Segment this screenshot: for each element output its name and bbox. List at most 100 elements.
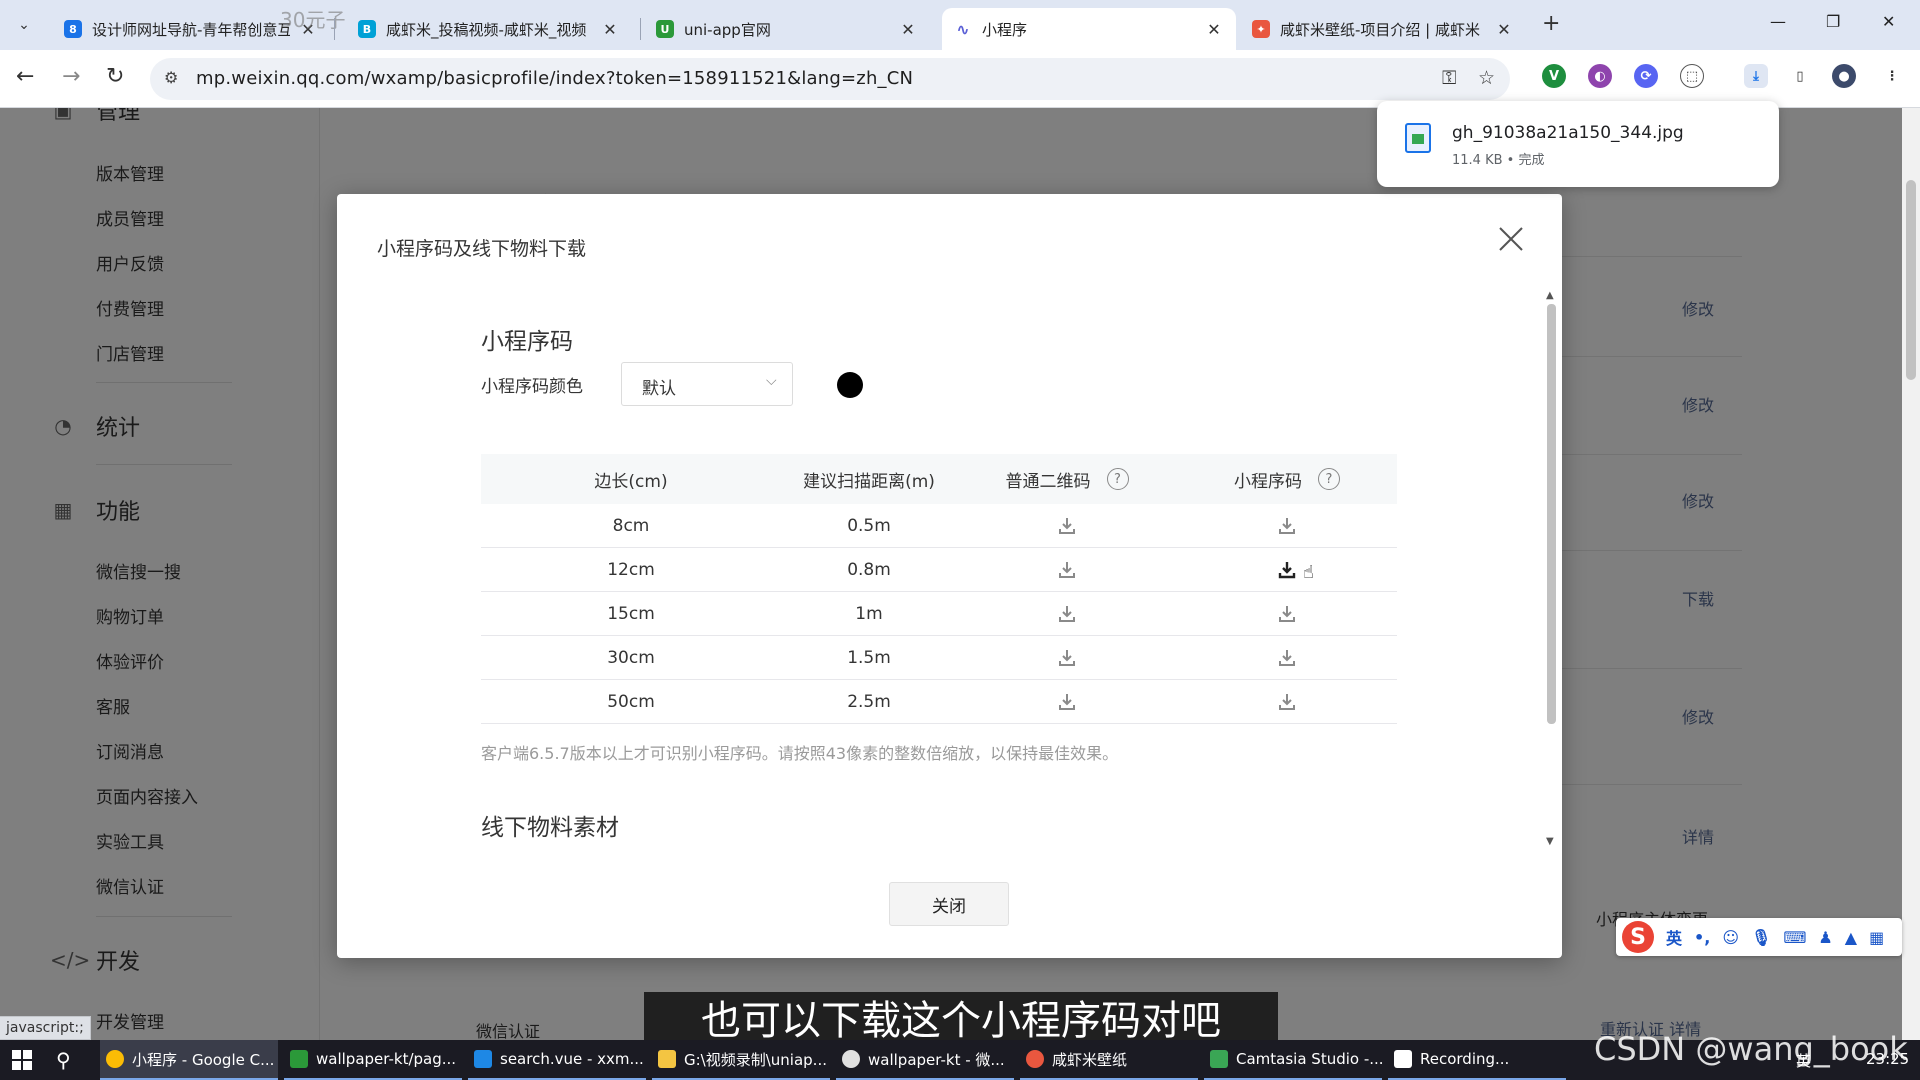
cell-distance: 1m (855, 603, 883, 624)
back-arrow-icon[interactable]: ← (16, 64, 34, 89)
taskbar-item-wechat-devtools[interactable]: wallpaper-kt - 微... (836, 1040, 1014, 1080)
header-size: 边长(cm) (594, 471, 668, 492)
restore-icon[interactable]: ❐ (1826, 12, 1840, 31)
taskbar-item-vscode[interactable]: search.vue - xxm... (468, 1040, 646, 1080)
profile-avatar[interactable]: ● (1832, 64, 1856, 88)
miniprogram-code-download-button[interactable] (1177, 680, 1397, 723)
taskbar-item-camtasia[interactable]: Camtasia Studio -... (1204, 1040, 1382, 1080)
hand-cursor-icon: ☝ (1303, 562, 1314, 583)
table-header: 边长(cm) 建议扫描距离(m) 普通二维码? 小程序码? (481, 454, 1397, 504)
page-scrollbar[interactable] (1902, 108, 1920, 1040)
scroll-up-arrow-icon[interactable]: ▲ (1546, 290, 1554, 301)
url-text[interactable]: mp.weixin.qq.com/wxamp/basicprofile/inde… (196, 68, 913, 89)
ime-shirt-icon[interactable]: ▲ (1845, 928, 1857, 947)
qrcode-download-button[interactable] (957, 636, 1177, 679)
minimize-icon[interactable]: — (1770, 12, 1786, 31)
header-miniprogram-code: 小程序码? (1177, 454, 1397, 504)
color-select[interactable]: 默认 ⌵ (621, 362, 793, 406)
download-icon (1278, 561, 1296, 578)
miniprogram-code-download-button[interactable] (1177, 592, 1397, 635)
color-swatch[interactable] (837, 372, 863, 398)
tab-title: 小程序 (982, 20, 1028, 39)
download-icon (1279, 517, 1295, 534)
ime-toolbar[interactable]: S 英 •, ☺ 🎙 ⌨ ♟ ▲ ▦ (1616, 918, 1902, 956)
chrome-icon (106, 1050, 124, 1068)
download-icon (1059, 517, 1075, 534)
tab-close-icon[interactable]: ✕ (898, 20, 918, 39)
header-qrcode: 普通二维码? (957, 454, 1177, 504)
tab-miniprogram[interactable]: ∿ 小程序 ✕ (942, 8, 1236, 50)
extension-v-icon[interactable]: V (1542, 64, 1566, 88)
taskbar-search-icon[interactable]: ⚲ (56, 1048, 71, 1072)
dialog-title: 小程序码及线下物料下载 (377, 238, 587, 260)
qrcode-download-button[interactable] (957, 504, 1177, 547)
size-table: 边长(cm) 建议扫描距离(m) 普通二维码? 小程序码? 8cm 0.5m 1… (481, 454, 1397, 724)
bookmark-star-icon[interactable]: ☆ (1478, 67, 1495, 89)
sogou-logo-icon[interactable]: S (1622, 921, 1654, 953)
close-button[interactable]: 关闭 (889, 882, 1009, 926)
browser-tab-strip: ⌄ 8 设计师网址导航-青年帮创意互 ✕ 30元子 B 咸虾米_投稿视频-咸虾米… (0, 0, 1920, 50)
download-bubble[interactable]: gh_91038a21a150_344.jpg 11.4 KB • 完成 (1377, 101, 1779, 187)
tab-favicon-icon: B (358, 20, 376, 38)
more-menu-icon[interactable]: ⋮ (1880, 64, 1904, 88)
site-info-icon[interactable]: ⚙ (164, 68, 178, 87)
tab-close-icon[interactable]: ✕ (600, 20, 620, 39)
miniprogram-code-download-button[interactable] (1177, 636, 1397, 679)
ime-keyboard-icon[interactable]: ⌨ (1783, 928, 1806, 947)
windows-start-icon[interactable] (12, 1050, 32, 1070)
table-row: 12cm 0.8m ☝ (481, 548, 1397, 592)
scroll-down-arrow-icon[interactable]: ▼ (1546, 836, 1554, 847)
cell-distance: 2.5m (847, 691, 891, 712)
qrcode-download-button[interactable] (957, 548, 1177, 591)
reload-icon[interactable]: ↻ (106, 64, 124, 89)
hbuilder-icon (290, 1050, 308, 1068)
extension-color-icon[interactable]: ◐ (1588, 64, 1612, 88)
dialog-close-icon[interactable] (1494, 222, 1528, 256)
qrcode-download-button[interactable] (957, 592, 1177, 635)
tab-close-icon[interactable]: ✕ (1494, 20, 1514, 39)
ime-emoji-icon[interactable]: ☺ (1722, 928, 1739, 947)
dialog-scrollbar[interactable]: ▲ ▼ (1544, 290, 1558, 848)
help-icon[interactable]: ? (1318, 468, 1340, 490)
tab-close-icon[interactable]: ✕ (1204, 20, 1224, 39)
tab-search-chevron-icon[interactable]: ⌄ (10, 11, 38, 39)
tab-overlay-text: 30元子 (280, 8, 346, 32)
tab-wallpaper[interactable]: ✦ 咸虾米壁纸-项目介绍 | 咸虾米 ✕ (1240, 8, 1526, 50)
ime-lang-toggle[interactable]: 英 (1666, 925, 1682, 949)
page-scrollbar-thumb[interactable] (1906, 180, 1916, 380)
downloads-icon[interactable]: ⤓ (1744, 64, 1768, 88)
tab-favicon-icon: ∿ (954, 20, 972, 39)
tab-bilibili[interactable]: B 咸虾米_投稿视频-咸虾米_视频 ✕ (346, 8, 632, 50)
cell-size: 15cm (607, 603, 655, 624)
taskbar-item-hbuilder[interactable]: wallpaper-kt/pag... (284, 1040, 462, 1080)
forward-arrow-icon[interactable]: → (62, 64, 80, 89)
dialog-scroll-area[interactable]: 小程序码 小程序码颜色 默认 ⌵ 边长(cm) 建议扫描距离(m) 普通二维码?… (337, 284, 1562, 844)
window-close-icon[interactable]: ✕ (1882, 12, 1895, 31)
address-bar[interactable]: ⚙ mp.weixin.qq.com/wxamp/basicprofile/in… (150, 58, 1510, 100)
qrcode-download-dialog: 小程序码及线下物料下载 小程序码 小程序码颜色 默认 ⌵ 边长(cm) 建议扫描… (337, 194, 1562, 958)
ime-punct-toggle[interactable]: •, (1694, 928, 1710, 947)
qrcode-download-button[interactable] (957, 680, 1177, 723)
new-tab-plus-icon[interactable]: + (1542, 11, 1560, 36)
tab-favicon-icon: ✦ (1252, 20, 1270, 38)
miniprogram-code-download-button[interactable] (1177, 504, 1397, 547)
taskbar-item-wallpaper[interactable]: 咸虾米壁纸 (1020, 1040, 1198, 1080)
download-icon (1059, 561, 1075, 578)
side-panel-icon[interactable]: ▯ (1788, 64, 1812, 88)
dialog-scrollbar-thumb[interactable] (1547, 304, 1556, 724)
ime-mic-icon[interactable]: 🎙 (1751, 928, 1771, 947)
taskbar-item-explorer[interactable]: G:\视频录制\uniap... (652, 1040, 830, 1080)
download-filename[interactable]: gh_91038a21a150_344.jpg (1452, 123, 1684, 143)
table-row: 8cm 0.5m (481, 504, 1397, 548)
miniprogram-code-download-button[interactable]: ☝ (1177, 548, 1397, 591)
cell-size: 8cm (612, 515, 650, 536)
key-icon[interactable]: ⚿ (1442, 67, 1456, 89)
taskbar-item-chrome[interactable]: 小程序 - Google C... (100, 1040, 278, 1080)
ime-user-icon[interactable]: ♟ (1818, 928, 1832, 947)
extensions-puzzle-icon[interactable]: ⬚ (1680, 64, 1704, 88)
help-icon[interactable]: ? (1106, 468, 1129, 490)
tab-uniapp[interactable]: U uni-app官网 ✕ (644, 8, 930, 50)
extension-sync-icon[interactable]: ⟳ (1634, 64, 1658, 88)
ime-grid-icon[interactable]: ▦ (1869, 928, 1884, 947)
taskbar-item-recording[interactable]: Recording... (1388, 1040, 1566, 1080)
